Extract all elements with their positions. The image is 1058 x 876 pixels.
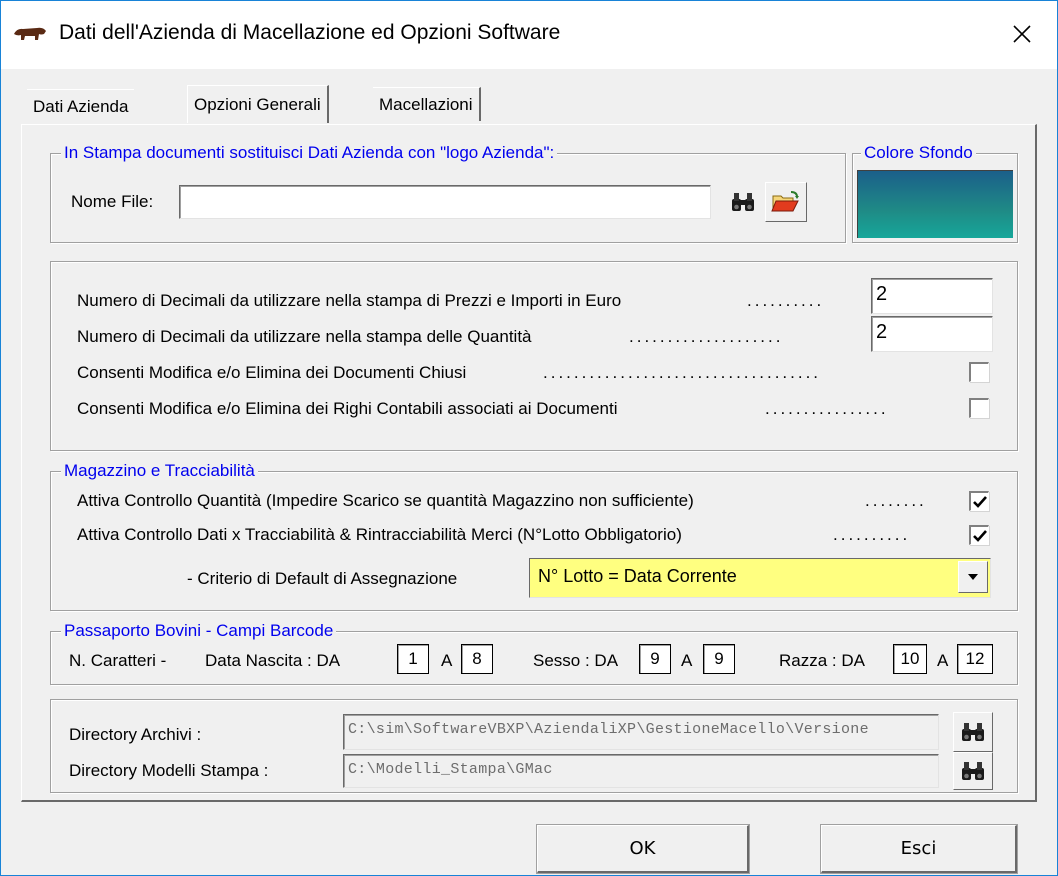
file-name-input[interactable] <box>179 185 711 219</box>
file-name-label: Nome File: <box>71 192 154 211</box>
binoculars-icon <box>732 193 754 211</box>
sex-from-input[interactable]: 9 <box>639 644 671 674</box>
birth-date-a-label: A <box>441 651 453 670</box>
tab-macellazioni[interactable]: Macellazioni <box>373 87 481 121</box>
background-color-swatch[interactable] <box>857 170 1013 238</box>
binoculars-icon <box>962 723 984 741</box>
open-folder-button[interactable] <box>765 182 807 222</box>
chevron-down-icon <box>968 574 978 580</box>
chars-label: N. Caratteri - <box>69 651 167 670</box>
default-criteria-value: N° Lotto = Data Corrente <box>538 566 737 586</box>
birth-date-label: Data Nascita : DA <box>205 651 341 670</box>
accounting-rows-checkbox[interactable] <box>969 398 989 418</box>
browse-archive-dir-button[interactable] <box>953 712 993 752</box>
sex-to-input[interactable]: 9 <box>703 644 735 674</box>
birth-date-to-input[interactable]: 8 <box>461 644 493 674</box>
qty-control-checkbox[interactable] <box>969 491 989 511</box>
breed-a-label: A <box>937 651 949 670</box>
title-bar[interactable]: Dati dell'Azienda di Macellazione ed Opz… <box>1 1 1057 69</box>
tab-opzioni-generali-label: Opzioni Generali <box>194 94 321 114</box>
tab-dati-azienda-label: Dati Azienda <box>33 96 129 116</box>
decimals-group: Numero di Decimali da utilizzare nella s… <box>50 261 1018 451</box>
tab-dati-azienda[interactable]: Dati Azienda <box>27 89 135 123</box>
close-icon <box>1013 25 1031 43</box>
traceability-label: Attiva Controllo Dati x Tracciabilità & … <box>77 525 682 544</box>
tab-macellazioni-label: Macellazioni <box>379 94 473 114</box>
directories-group: Directory Archivi : C:\sim\SoftwareVBXP\… <box>50 699 1018 793</box>
birth-date-from-input[interactable]: 1 <box>397 644 429 674</box>
binoculars-icon <box>962 762 984 780</box>
traceability-leader: .......... <box>833 525 911 544</box>
logo-group-legend: In Stampa documenti sostituisci Dati Azi… <box>61 142 558 164</box>
warehouse-group-legend: Magazzino e Tracciabilità <box>61 460 258 482</box>
qty-control-leader: ........ <box>865 491 927 510</box>
bull-app-icon <box>14 27 46 40</box>
closed-docs-label: Consenti Modifica e/o Elimina dei Docume… <box>77 363 467 382</box>
sex-label: Sesso : DA <box>533 651 619 670</box>
tab-panel-opzioni-generali: In Stampa documenti sostituisci Dati Azi… <box>21 124 1037 802</box>
default-criteria-dropdown-button[interactable] <box>958 561 988 593</box>
ok-button[interactable]: OK <box>536 824 750 874</box>
browse-file-button[interactable] <box>725 182 761 222</box>
tab-opzioni-generali[interactable]: Opzioni Generali <box>187 85 329 123</box>
archive-dir-label: Directory Archivi : <box>69 725 202 744</box>
breed-from-input[interactable]: 10 <box>893 644 927 674</box>
checkmark-icon <box>973 496 987 508</box>
checkmark-icon <box>973 530 987 542</box>
qty-decimals-label: Numero di Decimali da utilizzare nella s… <box>77 327 532 346</box>
browse-templates-dir-button[interactable] <box>953 752 993 790</box>
price-decimals-label: Numero di Decimali da utilizzare nella s… <box>77 291 622 310</box>
qty-decimals-leader: .................... <box>629 327 784 346</box>
accounting-rows-leader: ................ <box>765 399 889 418</box>
qty-control-label: Attiva Controllo Quantità (Impedire Scar… <box>77 491 694 510</box>
background-color-group: Colore Sfondo <box>852 142 1018 243</box>
price-decimals-leader: .......... <box>747 291 825 310</box>
accounting-rows-label: Consenti Modifica e/o Elimina dei Righi … <box>77 399 618 418</box>
breed-label: Razza : DA <box>779 651 865 670</box>
traceability-checkbox[interactable] <box>969 525 989 545</box>
background-color-legend: Colore Sfondo <box>861 142 976 164</box>
open-folder-icon <box>771 191 799 212</box>
price-decimals-input[interactable]: 2 <box>871 278 993 314</box>
close-button[interactable] <box>987 1 1057 67</box>
cancel-button[interactable]: Esci <box>820 824 1018 874</box>
dialog-window: Dati dell'Azienda di Macellazione ed Opz… <box>0 0 1058 876</box>
default-criteria-select[interactable]: N° Lotto = Data Corrente <box>529 558 991 598</box>
dialog-client: Dati Azienda Opzioni Generali Macellazio… <box>1 69 1057 875</box>
closed-docs-leader: .................................... <box>543 363 822 382</box>
closed-docs-checkbox[interactable] <box>969 362 989 382</box>
window-title: Dati dell'Azienda di Macellazione ed Opz… <box>59 21 561 44</box>
warehouse-group: Magazzino e Tracciabilità Attiva Control… <box>50 460 1018 611</box>
sex-a-label: A <box>681 651 693 670</box>
passport-group: Passaporto Bovini - Campi Barcode N. Car… <box>50 620 1018 685</box>
default-criteria-label: - Criterio di Default di Assegnazione <box>187 569 458 588</box>
breed-to-input[interactable]: 12 <box>957 644 993 674</box>
passport-group-legend: Passaporto Bovini - Campi Barcode <box>61 620 337 642</box>
templates-dir-input[interactable]: C:\Modelli_Stampa\GMac <box>343 754 939 788</box>
logo-group: In Stampa documenti sostituisci Dati Azi… <box>50 142 846 243</box>
archive-dir-input[interactable]: C:\sim\SoftwareVBXP\AziendaliXP\Gestione… <box>343 714 939 750</box>
templates-dir-label: Directory Modelli Stampa : <box>69 761 269 780</box>
qty-decimals-input[interactable]: 2 <box>871 316 993 352</box>
